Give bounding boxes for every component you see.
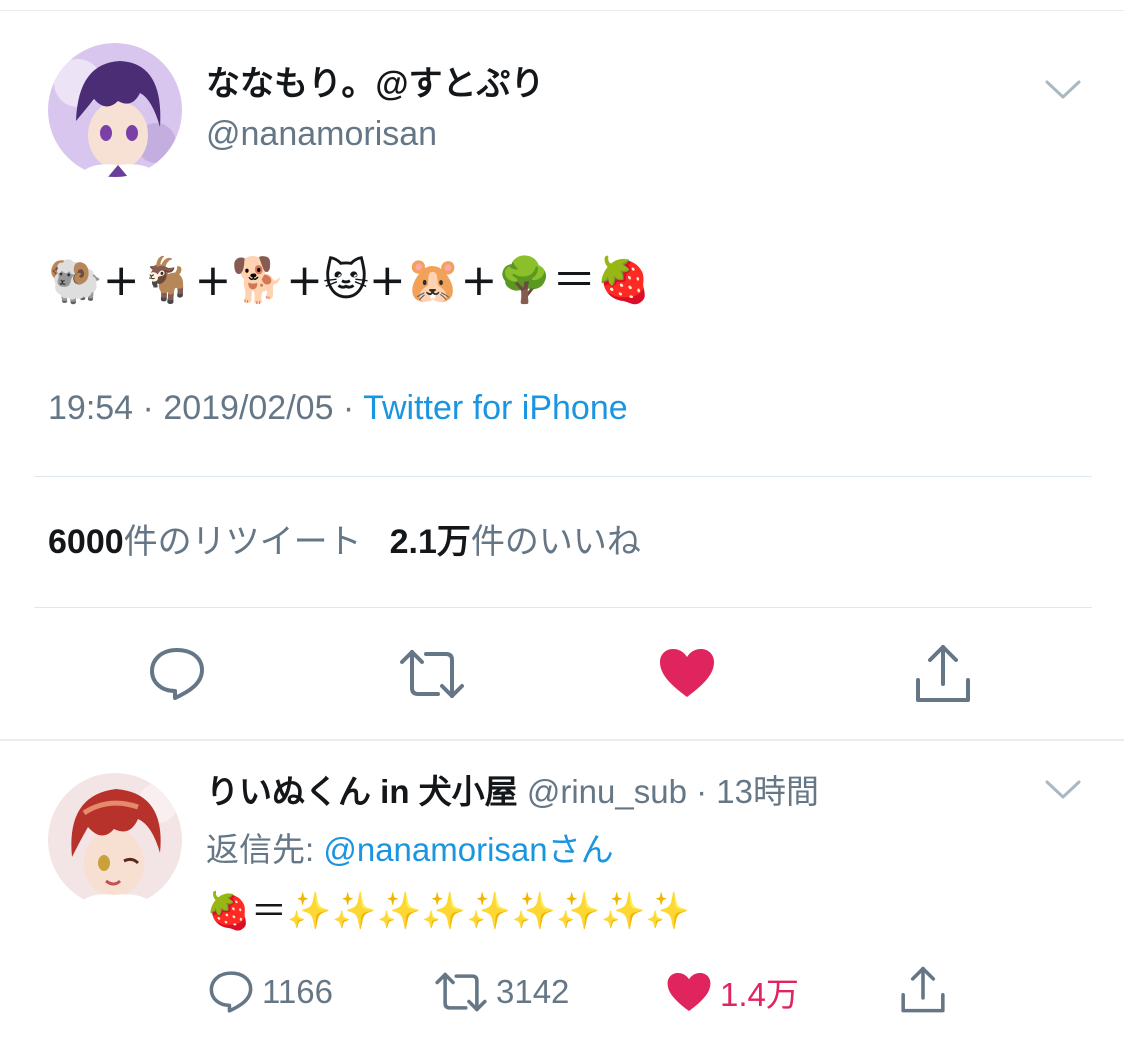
share-button[interactable] bbox=[914, 644, 972, 709]
replying-to-label: 返信先: bbox=[206, 831, 324, 868]
reply-reply-count: 1166 bbox=[262, 973, 333, 1010]
tweet-time: 19:54 bbox=[48, 389, 134, 427]
reply-retweet-count: 3142 bbox=[496, 973, 570, 1010]
replying-to-mention[interactable]: @nanamorisanさん bbox=[323, 831, 613, 868]
mention-handle: @nanamorisan bbox=[323, 831, 548, 868]
tweet-date: 2019/02/05 bbox=[163, 389, 334, 427]
reply-like-button[interactable]: 1.4万 bbox=[666, 968, 799, 1016]
reply-meta-separator: · bbox=[686, 773, 717, 810]
tweet-text: 🐏+🐐+🐕+🐱+🐹+🌳＝🍓 bbox=[48, 255, 651, 306]
chevron-down-icon[interactable] bbox=[1044, 78, 1082, 102]
retweet-arrows-icon bbox=[435, 972, 487, 1012]
reply-time[interactable]: 13時間 bbox=[716, 773, 819, 810]
like-count: 2.1万 bbox=[389, 523, 471, 561]
author-handle[interactable]: @nanamorisan bbox=[206, 112, 437, 156]
reply-reply-button[interactable]: 1166 bbox=[208, 968, 333, 1016]
divider bbox=[34, 607, 1092, 608]
retweet-stat[interactable]: 6000件のリツイート bbox=[48, 523, 362, 561]
comment-bubble-icon bbox=[150, 648, 204, 700]
tweet-source-link[interactable]: Twitter for iPhone bbox=[363, 389, 628, 427]
section-divider bbox=[0, 739, 1124, 741]
meta-separator: · bbox=[333, 389, 364, 427]
divider bbox=[34, 476, 1092, 477]
reply-button[interactable] bbox=[148, 646, 206, 707]
author-display-name[interactable]: ななもり。@すとぷり bbox=[206, 62, 544, 106]
meta-separator: · bbox=[133, 389, 164, 427]
replying-to: 返信先: @nanamorisanさん bbox=[206, 828, 614, 872]
reply-like-count: 1.4万 bbox=[720, 976, 799, 1013]
heart-icon bbox=[660, 649, 714, 697]
reply-author-name[interactable]: りいぬくん in 犬小屋 bbox=[206, 773, 518, 810]
tweet-meta: 19:54 · 2019/02/05 · Twitter for iPhone bbox=[48, 386, 628, 430]
reply-text: 🍓＝✨✨✨✨✨✨✨✨✨ bbox=[206, 891, 691, 932]
reply-author-avatar[interactable] bbox=[48, 773, 182, 907]
author-avatar[interactable] bbox=[48, 43, 182, 177]
retweet-button[interactable] bbox=[398, 648, 466, 705]
share-upload-icon bbox=[901, 966, 945, 1013]
chevron-down-icon[interactable] bbox=[1044, 778, 1082, 802]
like-button[interactable] bbox=[658, 647, 716, 704]
like-stat[interactable]: 2.1万件のいいね bbox=[390, 523, 641, 561]
retweet-arrows-icon bbox=[400, 650, 464, 698]
retweet-count: 6000 bbox=[48, 523, 124, 561]
like-label: 件のいいね bbox=[470, 523, 641, 561]
retweet-label: 件のリツイート bbox=[123, 523, 362, 561]
heart-icon bbox=[667, 972, 711, 1012]
reply-author-handle[interactable]: @rinu_sub bbox=[527, 773, 687, 810]
reply-header: りいぬくん in 犬小屋 @rinu_sub · 13時間 bbox=[206, 770, 819, 814]
share-upload-icon bbox=[916, 645, 970, 702]
top-divider bbox=[0, 10, 1124, 11]
comment-bubble-icon bbox=[209, 971, 253, 1013]
reply-share-button[interactable] bbox=[900, 966, 954, 1014]
mention-suffix: さん bbox=[547, 831, 614, 868]
tweet-stats: 6000件のリツイート 2.1万件のいいね bbox=[48, 520, 641, 564]
reply-retweet-button[interactable]: 3142 bbox=[434, 968, 569, 1016]
